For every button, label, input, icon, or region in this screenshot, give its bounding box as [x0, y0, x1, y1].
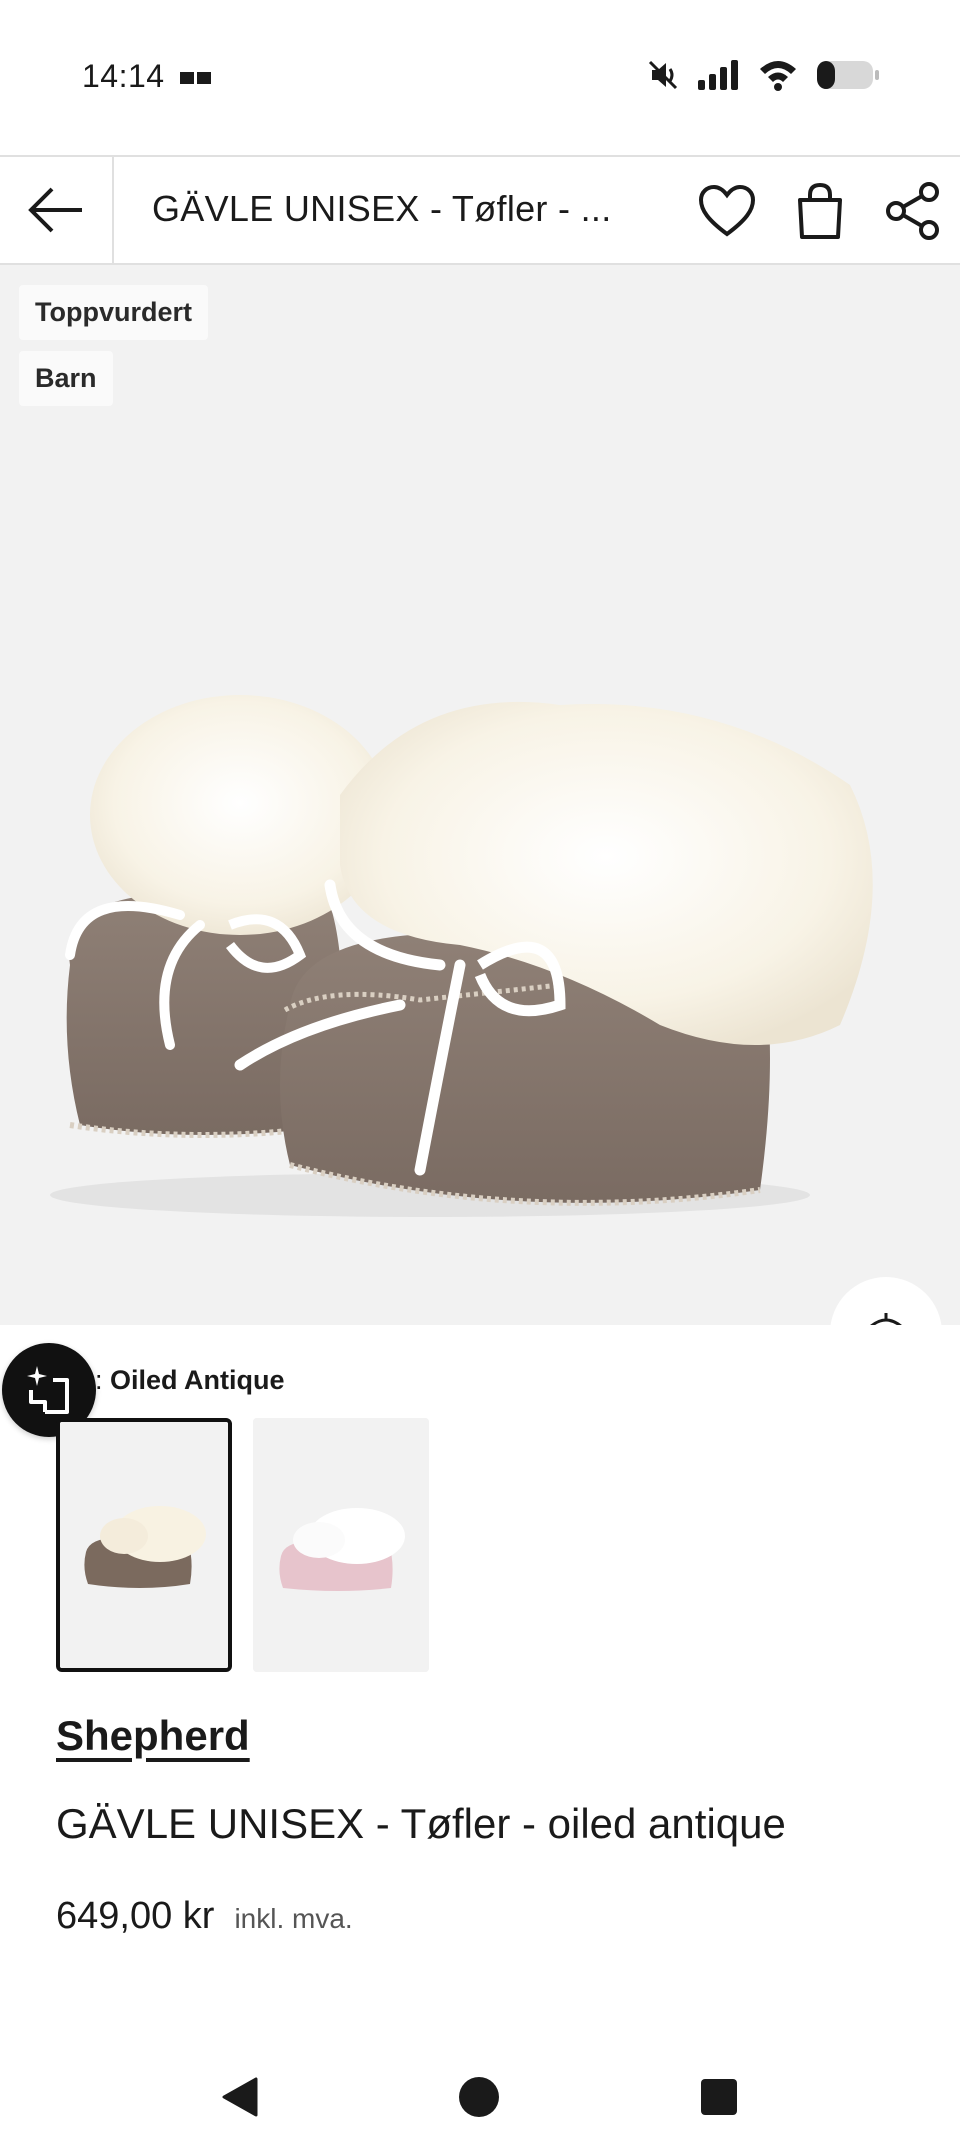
battery-icon: [817, 61, 879, 89]
wifi-icon: [760, 61, 796, 91]
bag-icon: [798, 182, 842, 239]
nav-back-button[interactable]: [218, 2075, 262, 2119]
swatch-oiled-antique[interactable]: [56, 1418, 232, 1672]
swatch-pink[interactable]: [253, 1418, 429, 1672]
status-bar: 14:14: [0, 0, 960, 155]
signal-icon: [698, 60, 738, 90]
mute-icon: [648, 60, 678, 90]
sparkle-icon: [27, 1366, 69, 1414]
price: 649,00 kr: [56, 1895, 215, 1937]
swatch-thumbnail: [60, 1422, 228, 1668]
status-time: 14:14: [82, 58, 165, 94]
nav-recents-icon: [701, 2079, 737, 2115]
brand-link[interactable]: Shepherd: [56, 1712, 250, 1760]
product-name: GÄVLE UNISEX - Tøfler - oiled antique: [56, 1800, 786, 1847]
header-title: GÄVLE UNISEX - Tøfler - ...: [152, 188, 612, 229]
status-icons: [646, 58, 880, 92]
bag-button[interactable]: [790, 181, 850, 241]
badge-top-rated: Toppvurdert: [19, 285, 208, 340]
share-icon: [886, 182, 939, 240]
swatch-thumbnail: [253, 1418, 429, 1672]
heart-icon: [698, 184, 756, 237]
badge-kids: Barn: [19, 351, 113, 406]
wishlist-button[interactable]: [697, 181, 757, 241]
notification-icon: [180, 72, 211, 84]
rotate-view-button[interactable]: [830, 1277, 942, 1325]
rotate-icon: [870, 1313, 902, 1325]
product-image[interactable]: Toppvurdert Barn: [0, 265, 960, 1325]
app-header: GÄVLE UNISEX - Tøfler - ...: [0, 155, 960, 265]
share-button[interactable]: [883, 181, 943, 241]
nav-back-icon: [222, 2077, 258, 2117]
nav-recents-button[interactable]: [697, 2075, 741, 2119]
slippers-photo: [50, 695, 873, 1217]
price-row: 649,00 kr inkl. mva.: [56, 1895, 353, 1938]
color-value: Oiled Antique: [110, 1365, 285, 1395]
back-arrow-icon: [28, 187, 82, 233]
back-button[interactable]: [0, 157, 114, 263]
nav-home-button[interactable]: [457, 2075, 501, 2119]
nav-home-icon: [459, 2077, 499, 2117]
tax-note: inkl. mva.: [234, 1903, 353, 1934]
